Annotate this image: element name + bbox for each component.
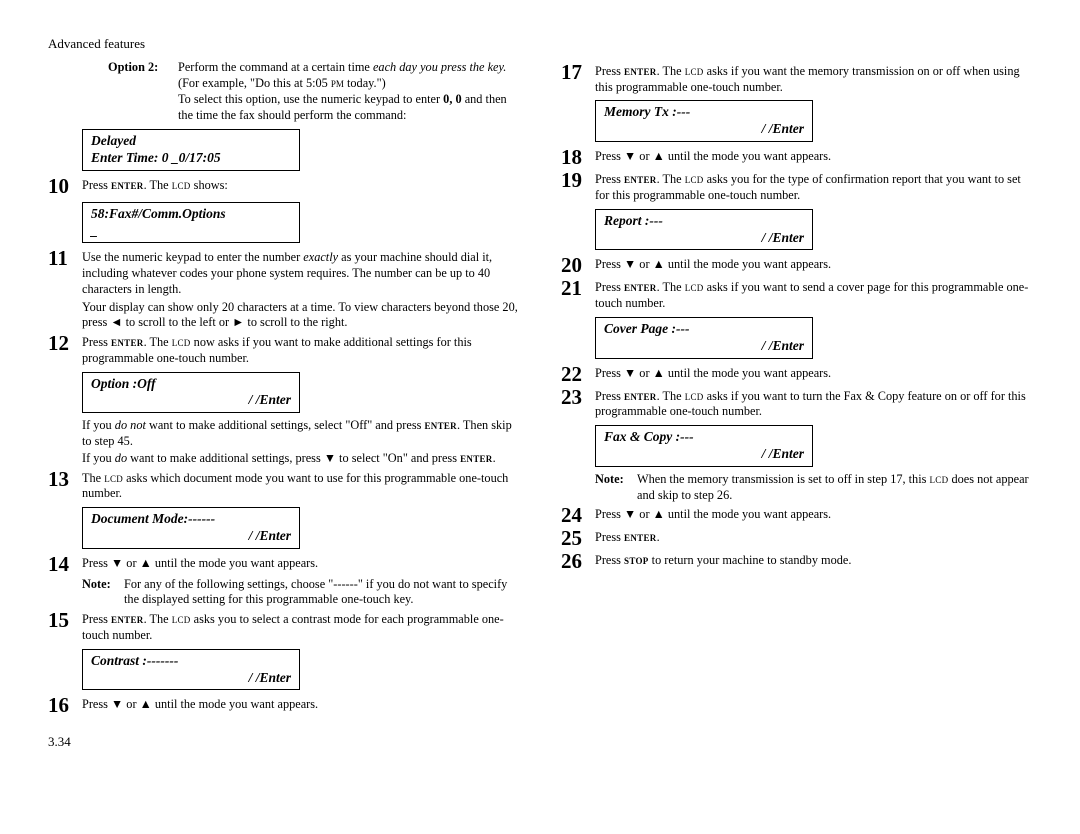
lcd-option: Option :Off / /Enter <box>82 372 300 414</box>
step-number-22: 22 <box>561 364 589 385</box>
option2-text2: To select this option, use the numeric k… <box>48 92 519 123</box>
note14-label: Note: <box>82 577 116 608</box>
step-12-text: Press enter. The lcd now asks if you wan… <box>82 333 519 366</box>
lcd-contrast: Contrast :------- / /Enter <box>82 649 300 691</box>
note14-text: For any of the following settings, choos… <box>124 577 519 608</box>
lcd-memory-tx: Memory Tx :--- / /Enter <box>595 100 813 142</box>
step-11-text: Use the numeric keypad to enter the numb… <box>82 248 519 297</box>
step-14-text: Press ▼ or ▲ until the mode you want app… <box>82 554 519 575</box>
step-number-13: 13 <box>48 469 76 502</box>
lcd-document-mode: Document Mode:------ / /Enter <box>82 507 300 549</box>
step-number-17: 17 <box>561 62 589 95</box>
step-10-text: Press enter. The lcd shows: <box>82 176 519 197</box>
step-number-24: 24 <box>561 505 589 526</box>
step-15-text: Press enter. The lcd asks you to select … <box>82 610 519 643</box>
step-19-text: Press enter. The lcd asks you for the ty… <box>595 170 1032 203</box>
step-number-20: 20 <box>561 255 589 276</box>
note23-text: When the memory transmission is set to o… <box>637 472 1032 503</box>
step-16-text: Press ▼ or ▲ until the mode you want app… <box>82 695 519 716</box>
step-20-text: Press ▼ or ▲ until the mode you want app… <box>595 255 1032 276</box>
step-number-21: 21 <box>561 278 589 311</box>
step-number-11: 11 <box>48 248 76 297</box>
step-number-12: 12 <box>48 333 76 366</box>
lcd-58: 58:Fax#/Comm.Options _ <box>82 202 300 244</box>
step-23-text: Press enter. The lcd asks if you want to… <box>595 387 1032 420</box>
step-24-text: Press ▼ or ▲ until the mode you want app… <box>595 505 1032 526</box>
step-number-19: 19 <box>561 170 589 203</box>
section-header: Advanced features <box>48 36 1032 52</box>
option2-text: Perform the command at a certain time ea… <box>178 60 519 91</box>
lcd-delayed: Delayed Enter Time: 0 _0/17:05 <box>82 129 300 171</box>
step-number-14: 14 <box>48 554 76 575</box>
step-25-text: Press enter. <box>595 528 1032 549</box>
step-26-text: Press stop to return your machine to sta… <box>595 551 1032 572</box>
left-column: Option 2: Perform the command at a certa… <box>48 60 519 718</box>
step-21-text: Press enter. The lcd asks if you want to… <box>595 278 1032 311</box>
step-12b-text: If you do not want to make additional se… <box>48 418 519 449</box>
step-number-25: 25 <box>561 528 589 549</box>
step-17-text: Press enter. The lcd asks if you want th… <box>595 62 1032 95</box>
step-11b-text: Your display can show only 20 characters… <box>48 300 519 331</box>
lcd-cover-page: Cover Page :--- / /Enter <box>595 317 813 359</box>
step-number-23: 23 <box>561 387 589 420</box>
step-number-26: 26 <box>561 551 589 572</box>
lcd-report: Report :--- / /Enter <box>595 209 813 251</box>
step-12c-text: If you do want to make additional settin… <box>48 451 519 467</box>
step-number-16: 16 <box>48 695 76 716</box>
step-22-text: Press ▼ or ▲ until the mode you want app… <box>595 364 1032 385</box>
step-13-text: The lcd asks which document mode you wan… <box>82 469 519 502</box>
right-column: 17 Press enter. The lcd asks if you want… <box>561 60 1032 718</box>
note23-label: Note: <box>595 472 629 503</box>
step-number-15: 15 <box>48 610 76 643</box>
step-number-18: 18 <box>561 147 589 168</box>
step-18-text: Press ▼ or ▲ until the mode you want app… <box>595 147 1032 168</box>
page-number: 3.34 <box>48 734 1032 750</box>
option2-label: Option 2: <box>108 60 168 91</box>
lcd-fax-copy: Fax & Copy :--- / /Enter <box>595 425 813 467</box>
step-number-10: 10 <box>48 176 76 197</box>
